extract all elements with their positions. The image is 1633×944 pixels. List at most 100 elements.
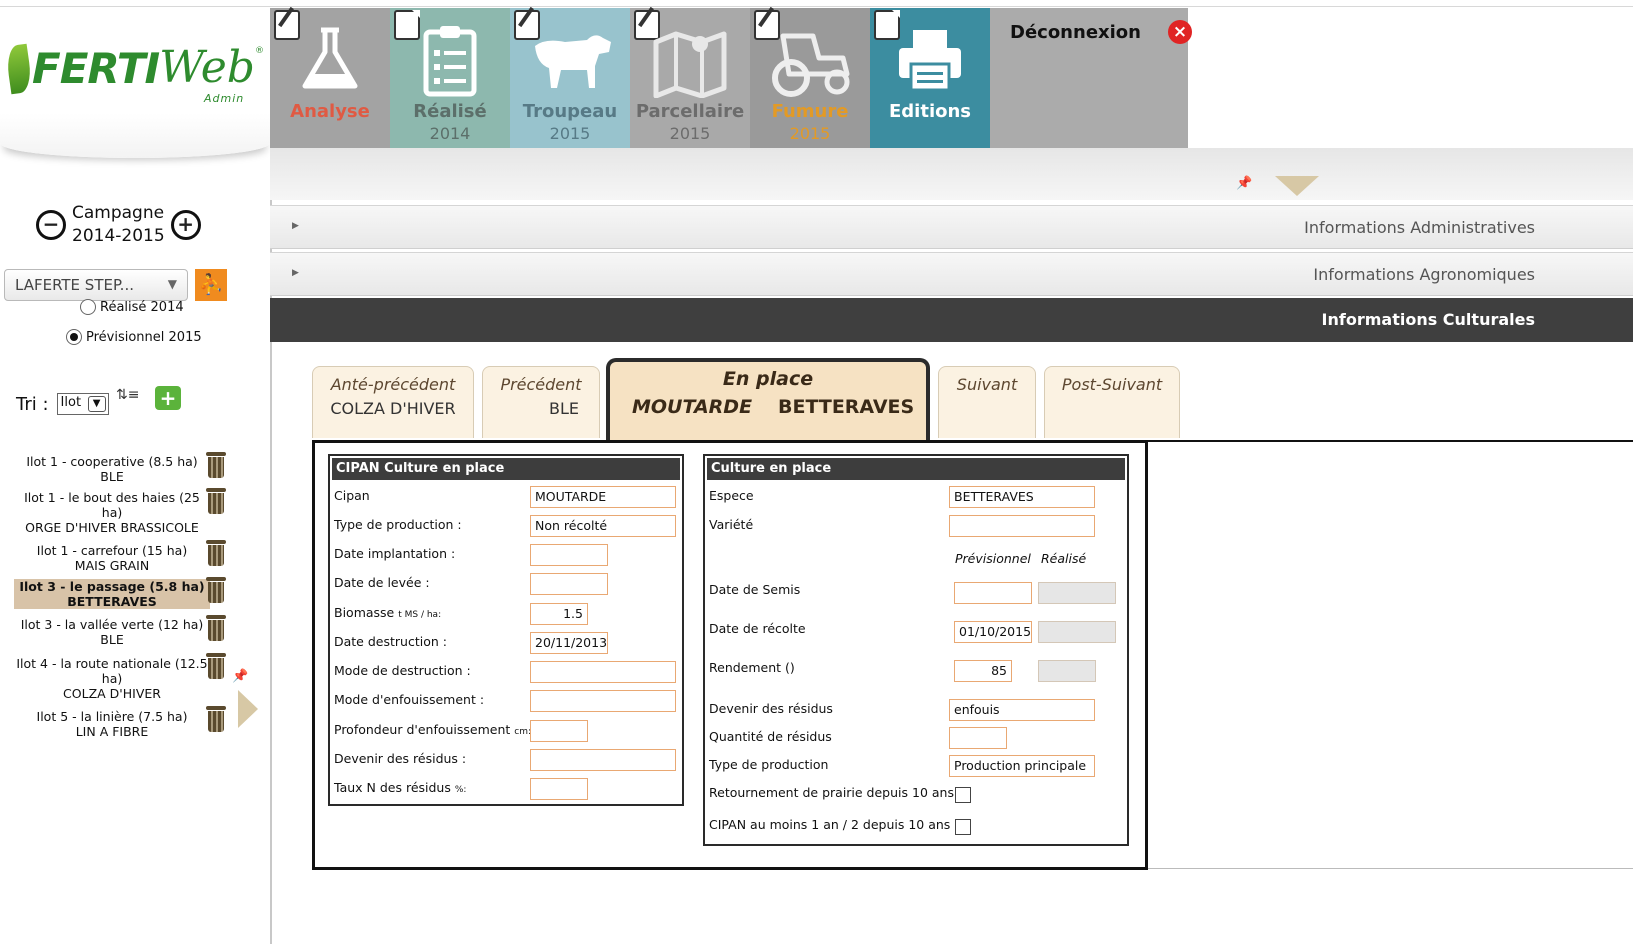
nav-tab-fumure[interactable]: Fumure 2015 — [750, 8, 870, 148]
radio-previsionnel-circle[interactable] — [66, 329, 82, 345]
nav-tab-year: 2015 — [789, 124, 831, 143]
rendement-label: Rendement () — [709, 660, 795, 675]
sort-icon[interactable]: ⇅≡ — [116, 387, 139, 403]
chevron-down-icon: ▼ — [87, 396, 106, 412]
ilot-item[interactable]: Ilot 5 - la linière (7.5 ha) LIN A FIBRE — [14, 709, 210, 739]
accordion-agro[interactable]: ▶ Informations Agronomiques — [270, 252, 1633, 296]
logo-registered: ® — [254, 46, 264, 56]
tab-precedent[interactable]: Précédent BLE — [482, 366, 600, 438]
date-recolte-prev-input[interactable]: 01/10/2015 — [954, 621, 1032, 643]
trash-icon[interactable] — [206, 706, 226, 732]
farm-user-icon[interactable]: ⛹ — [195, 269, 227, 301]
collapse-header-arrow-icon[interactable] — [1275, 176, 1319, 196]
rendement-prev-input[interactable]: 85 — [954, 660, 1012, 682]
date-destruction-input[interactable]: 20/11/2013 — [530, 632, 608, 654]
ilot-name: Ilot 4 - la route nationale (12.5 ha) — [16, 656, 208, 686]
previsionnel-column-label: Prévisionnel — [955, 551, 1031, 566]
accordion-title: Informations Culturales — [1321, 310, 1535, 329]
cipan-input[interactable]: MOUTARDE — [530, 486, 676, 508]
ilot-item[interactable]: Ilot 4 - la route nationale (12.5 ha) CO… — [14, 656, 210, 701]
mode-destruction-label: Mode de destruction : — [334, 663, 471, 678]
nav-tab-parcellaire[interactable]: Parcellaire 2015 — [630, 8, 750, 148]
accordion-culturales[interactable]: Informations Culturales — [270, 298, 1633, 342]
tri-select[interactable]: Ilot ▼ — [56, 393, 109, 415]
profondeur-input[interactable] — [530, 720, 588, 742]
radio-previsionnel-label: Prévisionnel 2015 — [86, 329, 202, 345]
nav-tab-analyse[interactable]: Analyse — [270, 8, 390, 148]
date-implantation-input[interactable] — [530, 544, 608, 566]
nav-tab-label: Editions — [888, 101, 972, 122]
add-ilot-button[interactable]: + — [155, 386, 181, 410]
radio-previsionnel[interactable]: Prévisionnel 2015 — [66, 329, 202, 345]
variete-label: Variété — [709, 517, 754, 532]
collapse-sidebar-arrow-icon[interactable] — [238, 690, 258, 728]
tab-en-place[interactable]: En place MOUTARDE BETTERAVES — [606, 358, 930, 440]
fertiweb-logo[interactable]: FERTI Web ® — [4, 42, 264, 95]
culture-fieldset: Culture en place Espece BETTERAVES Varié… — [703, 454, 1129, 846]
biomasse-input[interactable]: 1.5 — [530, 603, 588, 625]
logo-ferti-text: FERTI — [32, 44, 160, 93]
campagne-prev-button[interactable]: − — [36, 210, 66, 240]
tab-label: Suivant — [956, 375, 1018, 394]
radio-realise-circle[interactable] — [80, 299, 96, 315]
campagne-label: Campagne — [72, 203, 165, 223]
cipan-historique-checkbox[interactable] — [955, 819, 971, 835]
pin-icon[interactable]: 📌 — [1236, 176, 1252, 191]
panel-top-line — [1148, 440, 1633, 442]
type-production-input[interactable]: Production principale — [949, 755, 1095, 777]
accordion-admin[interactable]: ▶ Informations Administratives — [270, 205, 1633, 249]
devenir-residus-input[interactable]: enfouis — [949, 699, 1095, 721]
date-levee-input[interactable] — [530, 573, 608, 595]
mode-enfouissement-input[interactable] — [530, 690, 676, 712]
ilot-crop: LIN A FIBRE — [75, 724, 149, 739]
panel-bottom-line — [1148, 868, 1633, 869]
radio-realise[interactable]: Réalisé 2014 — [80, 299, 184, 315]
trash-icon[interactable] — [206, 488, 226, 514]
nav-tab-realise[interactable]: Réalisé 2014 — [390, 8, 510, 148]
ilot-item[interactable]: Ilot 3 - la vallée verte (12 ha) BLE — [14, 617, 210, 647]
pin-icon[interactable]: 📌 — [232, 669, 248, 684]
tab-ante-precedent[interactable]: Anté-précédent COLZA D'HIVER — [312, 366, 474, 438]
date-semis-prev-input[interactable] — [954, 582, 1032, 604]
nav-tab-troupeau[interactable]: Troupeau 2015 — [510, 8, 630, 148]
campagne-next-button[interactable]: + — [170, 210, 201, 240]
taux-n-input[interactable] — [530, 778, 588, 800]
type-production-input[interactable]: Non récolté — [530, 515, 676, 537]
tab-value: COLZA D'HIVER — [330, 399, 456, 418]
campagne-value: 2014-2015 — [72, 226, 165, 246]
trash-icon[interactable] — [206, 540, 226, 566]
trash-icon[interactable] — [206, 577, 226, 603]
variete-input[interactable] — [949, 515, 1095, 537]
ilot-item-selected[interactable]: Ilot 3 - le passage (5.8 ha) BETTERAVES — [14, 579, 210, 609]
trash-icon[interactable] — [206, 452, 226, 478]
quantite-residus-input[interactable] — [949, 727, 1007, 749]
nav-tab-editions[interactable]: Editions — [870, 8, 990, 148]
devenir-residus-input[interactable] — [530, 749, 676, 771]
type-production-label: Type de production : — [334, 517, 462, 532]
tab-label: En place — [722, 368, 814, 390]
espece-input[interactable]: BETTERAVES — [949, 486, 1095, 508]
tab-post-suivant[interactable]: Post-Suivant — [1044, 366, 1180, 438]
ilot-name: Ilot 3 - la vallée verte (12 ha) — [20, 617, 204, 632]
retournement-prairie-checkbox[interactable] — [955, 787, 971, 803]
date-recolte-label: Date de récolte — [709, 621, 806, 636]
cipan-label: Cipan — [334, 488, 370, 503]
taux-n-unit: %: — [454, 785, 467, 795]
ilot-item[interactable]: Ilot 1 - le bout des haies (25 ha) ORGE … — [14, 490, 210, 535]
ilot-item[interactable]: Ilot 1 - carrefour (15 ha) MAIS GRAIN — [14, 543, 210, 573]
mode-destruction-input[interactable] — [530, 661, 676, 683]
trash-icon[interactable] — [206, 653, 226, 679]
ilot-item[interactable]: Ilot 1 - cooperative (8.5 ha) BLE — [14, 454, 210, 484]
nav-tab-label: Fumure — [771, 101, 849, 122]
culture-fieldset-title: Culture en place — [707, 458, 1125, 480]
trash-icon[interactable] — [206, 615, 226, 641]
nav-tab-label: Parcellaire — [635, 101, 745, 122]
taux-n-text: Taux N des résidus — [334, 780, 451, 795]
tab-label: Anté-précédent — [330, 375, 456, 394]
tab-value: BLE — [549, 399, 579, 418]
biomasse-unit: t MS / ha: — [398, 610, 442, 620]
tab-suivant[interactable]: Suivant — [938, 366, 1036, 438]
deconnexion-button[interactable]: Déconnexion × — [990, 8, 1192, 148]
farm-select[interactable]: LAFERTE STEP... ▼ — [4, 269, 188, 301]
ilot-crop: ORGE D'HIVER BRASSICOLE — [25, 520, 199, 535]
